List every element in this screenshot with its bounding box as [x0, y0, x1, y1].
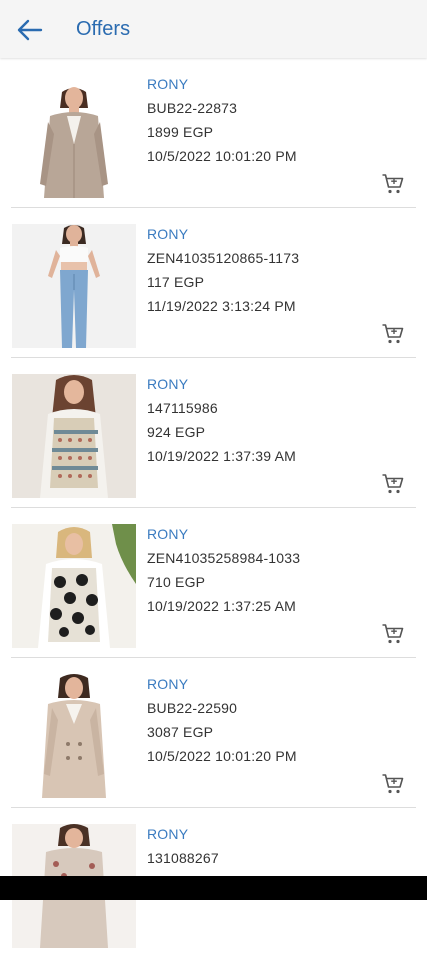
cart-icon	[382, 624, 404, 644]
price: 3087 EGP	[147, 724, 214, 740]
arrow-left-icon	[17, 19, 43, 41]
price: 710 EGP	[147, 574, 206, 590]
brand-name: RONY	[147, 826, 189, 842]
offer-info: RONY BUB22-22590 3087 EGP 10/5/2022 10:0…	[147, 676, 297, 772]
offer-item[interactable]: RONY BUB22-22873 1899 EGP 10/5/2022 10:0…	[0, 58, 427, 208]
offers-list: RONY BUB22-22873 1899 EGP 10/5/2022 10:0…	[0, 58, 427, 958]
brand-name: RONY	[147, 226, 189, 242]
offer-item[interactable]: RONY ZEN41035120865-1173 117 EGP 11/19/2…	[0, 208, 427, 358]
product-code: BUB22-22873	[147, 100, 238, 116]
offer-info: RONY ZEN41035120865-1173 117 EGP 11/19/2…	[147, 226, 299, 322]
app-header: Offers	[0, 0, 427, 58]
add-to-cart-button[interactable]	[381, 622, 405, 646]
add-to-cart-button[interactable]	[381, 322, 405, 346]
brand-name: RONY	[147, 376, 189, 392]
page-title: Offers	[76, 18, 131, 40]
offer-date	[147, 898, 219, 922]
brand-name: RONY	[147, 76, 189, 92]
add-to-cart-button[interactable]	[381, 472, 405, 496]
add-to-cart-button[interactable]	[381, 772, 405, 796]
product-code: 147115986	[147, 400, 218, 416]
offer-info: RONY 147115986 924 EGP 10/19/2022 1:37:3…	[147, 376, 296, 472]
product-code: 131088267	[147, 850, 219, 866]
offer-date: 10/19/2022 1:37:25 AM	[147, 598, 296, 614]
product-image	[12, 74, 136, 198]
back-button[interactable]	[12, 14, 48, 46]
product-code: ZEN41035120865-1173	[147, 250, 300, 266]
offer-date: 11/19/2022 3:13:24 PM	[147, 298, 296, 314]
offer-item[interactable]: RONY 147115986 924 EGP 10/19/2022 1:37:3…	[0, 358, 427, 508]
price: 924 EGP	[147, 424, 206, 440]
offer-item[interactable]: RONY BUB22-22590 3087 EGP 10/5/2022 10:0…	[0, 658, 427, 808]
product-image	[12, 224, 136, 348]
add-to-cart-button[interactable]	[381, 172, 405, 196]
brand-name: RONY	[147, 676, 189, 692]
cart-icon	[382, 324, 404, 344]
price: 1899 EGP	[147, 124, 214, 140]
price: 117 EGP	[147, 274, 205, 290]
offer-date: 10/5/2022 10:01:20 PM	[147, 748, 297, 764]
product-code: BUB22-22590	[147, 700, 238, 716]
product-image	[12, 374, 136, 498]
system-navigation-bar	[0, 876, 427, 900]
cart-icon	[382, 774, 404, 794]
cart-icon	[382, 174, 404, 194]
cart-icon	[382, 474, 404, 494]
offer-info: RONY 131088267	[147, 826, 219, 922]
offer-info: RONY BUB22-22873 1899 EGP 10/5/2022 10:0…	[147, 76, 297, 172]
offer-item[interactable]: RONY ZEN41035258984-1033 710 EGP 10/19/2…	[0, 508, 427, 658]
offer-date: 10/5/2022 10:01:20 PM	[147, 148, 297, 164]
offer-info: RONY ZEN41035258984-1033 710 EGP 10/19/2…	[147, 526, 300, 622]
product-code: ZEN41035258984-1033	[147, 550, 301, 566]
product-image	[12, 674, 136, 798]
product-image	[12, 524, 136, 648]
brand-name: RONY	[147, 526, 189, 542]
offer-date: 10/19/2022 1:37:39 AM	[147, 448, 296, 464]
